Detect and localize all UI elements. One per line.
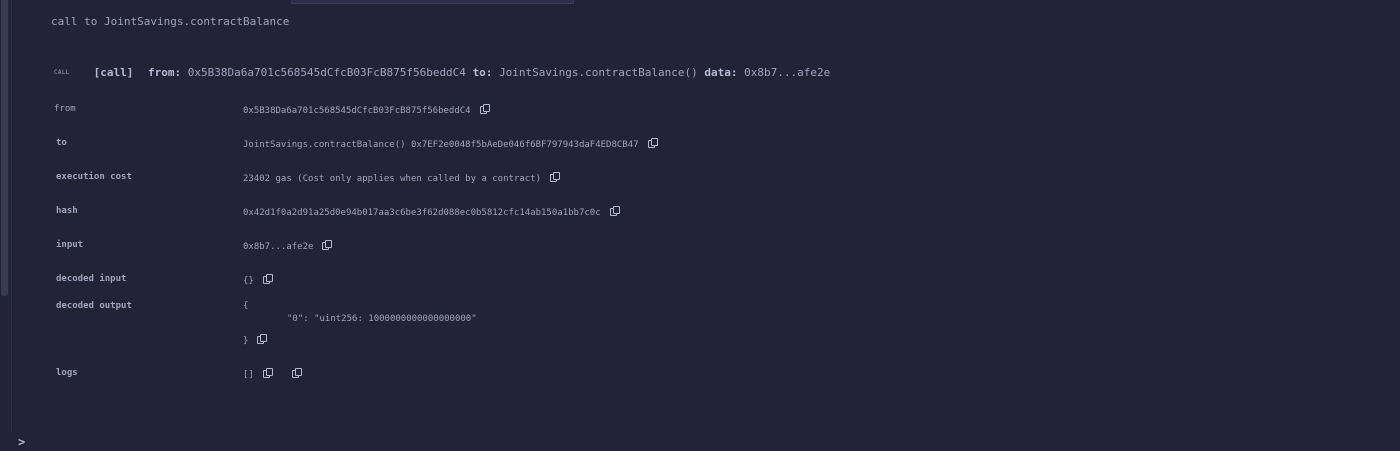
decoded-input-text: {} xyxy=(243,276,254,286)
copy-icon[interactable] xyxy=(322,240,333,250)
detail-value-decoded-input: {} xyxy=(243,274,273,286)
terminal-panel: call to JointSavings.contractBalance CAL… xyxy=(0,0,1400,451)
detail-key-to: to xyxy=(56,138,67,148)
terminal-scrollbar[interactable] xyxy=(1,0,8,296)
summary-from-address: 0x5B38Da6a701c568545dCfcB03FcB875f56bedd… xyxy=(187,66,466,79)
summary-from-label: from: xyxy=(148,66,182,79)
detail-key-logs: logs xyxy=(56,368,78,378)
summary-to-label: to: xyxy=(472,66,493,79)
detail-key-from: from xyxy=(54,104,76,114)
input-text: 0x8b7...afe2e xyxy=(243,242,314,252)
summary-to-target: JointSavings.contractBalance() xyxy=(499,66,698,79)
decoded-output-close: } xyxy=(243,334,268,346)
terminal-prompt[interactable]: > xyxy=(18,435,25,449)
gutter-divider xyxy=(11,0,12,432)
detail-value-input: 0x8b7...afe2e xyxy=(243,240,333,252)
detail-value-hash: 0x42d1f0a2d91a25d0e94b017aa3c6be3f62d088… xyxy=(243,206,620,218)
decoded-output-close-brace: } xyxy=(243,336,249,346)
detail-key-decoded-input: decoded input xyxy=(56,274,127,284)
summary-data-label: data: xyxy=(704,66,738,79)
detail-value-to: JointSavings.contractBalance() 0x7EF2e00… xyxy=(243,138,658,150)
copy-icon[interactable] xyxy=(262,274,273,284)
detail-value-execution-cost: 23402 gas (Cost only applies when called… xyxy=(243,172,561,184)
call-kind: [call] xyxy=(93,66,134,79)
from-address: 0x5B38Da6a701c568545dCfcB03FcB875f56bedd… xyxy=(243,106,471,116)
copy-icon[interactable] xyxy=(257,334,268,344)
execution-cost-text: 23402 gas (Cost only applies when called… xyxy=(243,174,542,184)
call-badge: CALL xyxy=(54,69,70,76)
copy-icon[interactable] xyxy=(262,368,273,378)
detail-value-from: 0x5B38Da6a701c568545dCfcB03FcB875f56bedd… xyxy=(243,104,490,116)
copy-icon[interactable] xyxy=(291,368,302,378)
logs-text: [] xyxy=(243,370,254,380)
hash-text: 0x42d1f0a2d91a25d0e94b017aa3c6be3f62d088… xyxy=(243,208,601,218)
to-target: JointSavings.contractBalance() 0x7EF2e00… xyxy=(243,140,639,150)
decoded-output-open-brace: { xyxy=(243,301,249,311)
copy-icon[interactable] xyxy=(550,172,561,182)
copy-icon[interactable] xyxy=(609,206,620,216)
summary-data-value: 0x8b7...afe2e xyxy=(744,66,831,79)
detail-key-execution-cost: execution cost xyxy=(56,172,132,182)
copy-icon[interactable] xyxy=(647,138,658,148)
call-description: call to JointSavings.contractBalance xyxy=(51,15,290,28)
detail-key-input: input xyxy=(56,240,84,250)
detail-value-logs: [] xyxy=(243,368,302,380)
detail-key-decoded-output: decoded output xyxy=(56,301,132,311)
detail-key-hash: hash xyxy=(56,206,78,216)
panel-tab[interactable] xyxy=(291,0,574,4)
decoded-output-entry: "0": "uint256: 1000000000000000000" xyxy=(287,314,477,324)
transaction-summary[interactable]: CALL [call] from: 0x5B38Da6a701c568545dCf… xyxy=(54,66,830,79)
copy-icon[interactable] xyxy=(479,104,490,114)
